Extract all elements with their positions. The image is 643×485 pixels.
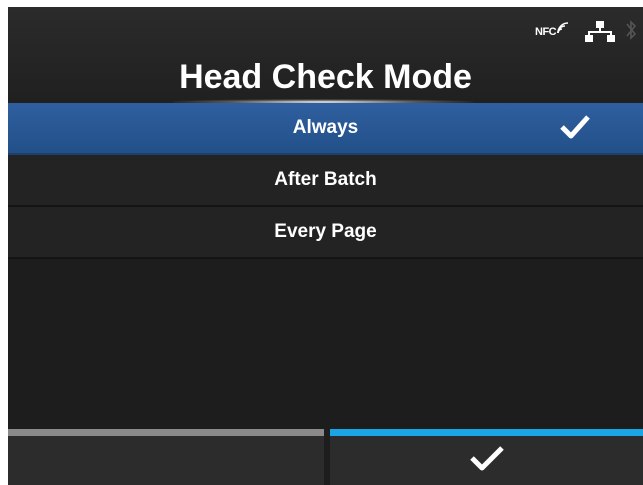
option-label: After Batch bbox=[274, 169, 377, 190]
nfc-label: NFC bbox=[535, 26, 557, 38]
option-after-batch[interactable]: After Batch bbox=[8, 155, 643, 207]
check-icon bbox=[559, 113, 591, 147]
back-button[interactable] bbox=[8, 429, 324, 485]
nfc-icon: NFC bbox=[535, 21, 570, 38]
footer-bar bbox=[8, 429, 643, 485]
check-icon bbox=[467, 443, 507, 478]
option-always[interactable]: Always bbox=[8, 103, 643, 155]
option-label: Every Page bbox=[274, 221, 377, 242]
network-icon bbox=[585, 21, 615, 48]
option-list: Always After Batch Every Page bbox=[8, 103, 643, 259]
option-every-page[interactable]: Every Page bbox=[8, 207, 643, 259]
option-label: Always bbox=[292, 117, 359, 138]
confirm-button[interactable] bbox=[330, 429, 643, 485]
printer-screen: NFC Head Check Mode Always After Batch E… bbox=[8, 7, 643, 485]
bluetooth-icon bbox=[625, 18, 637, 47]
page-title: Head Check Mode bbox=[179, 58, 472, 96]
header: NFC Head Check Mode bbox=[8, 7, 643, 105]
